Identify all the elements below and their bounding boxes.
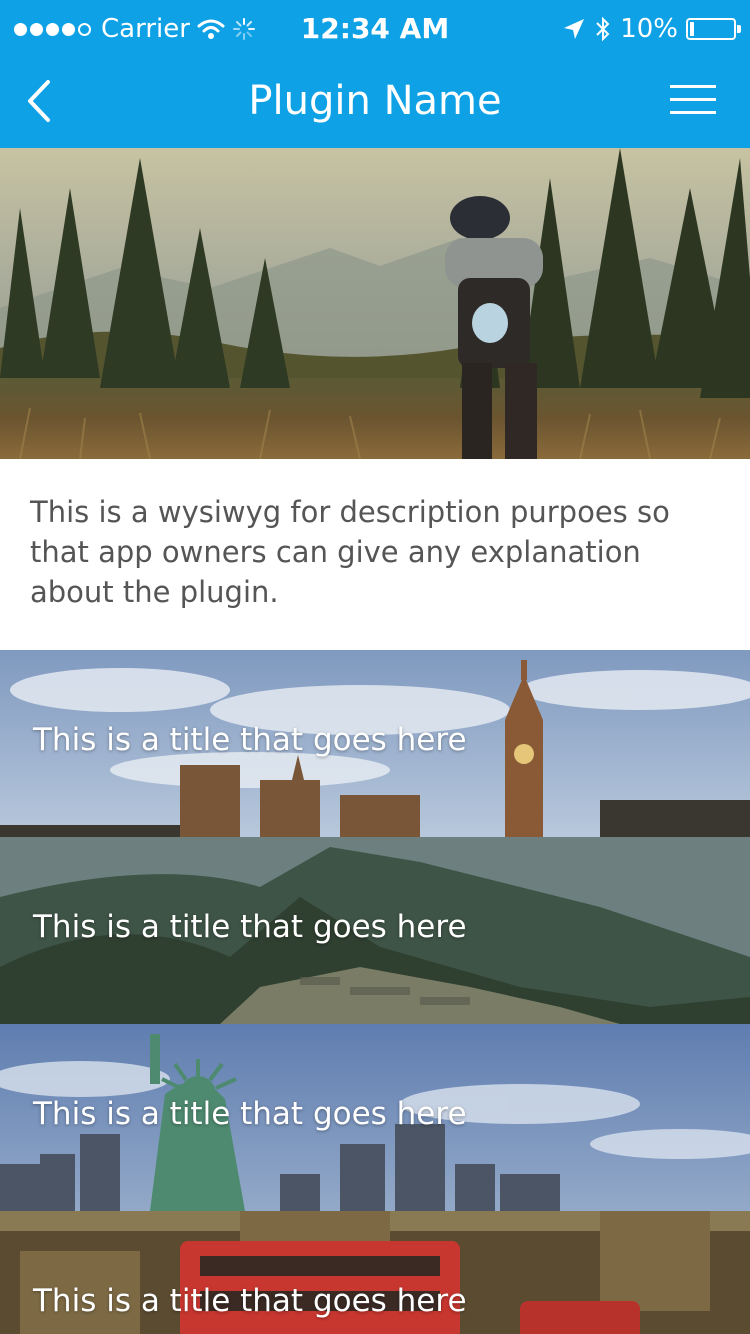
list-item-title: This is a title that goes here xyxy=(33,909,467,945)
chevron-left-icon xyxy=(28,80,50,122)
hero-image xyxy=(0,148,750,459)
battery-percent: 10% xyxy=(620,14,678,44)
app-header: Carrier 12:34 AM 10% Plugin Name xyxy=(0,0,750,148)
list-item[interactable]: This is a title that goes here xyxy=(0,1211,750,1334)
list-item-title: This is a title that goes here xyxy=(33,1283,467,1319)
battery-icon xyxy=(686,18,741,40)
status-right: 10% xyxy=(562,12,741,46)
nav-bar: Plugin Name xyxy=(0,58,750,148)
menu-button[interactable] xyxy=(670,82,716,118)
bluetooth-icon xyxy=(596,16,610,42)
list-item[interactable]: This is a title that goes here xyxy=(0,650,750,837)
plugin-description: This is a wysiwyg for description purpoe… xyxy=(30,495,670,609)
list-item-title: This is a title that goes here xyxy=(33,722,467,758)
status-bar: Carrier 12:34 AM 10% xyxy=(0,0,750,58)
hero-hiker-forest-illustration xyxy=(0,148,750,459)
location-arrow-icon xyxy=(564,19,585,39)
list-item[interactable]: This is a title that goes here xyxy=(0,837,750,1024)
list-item[interactable]: This is a title that goes here xyxy=(0,1024,750,1211)
back-button[interactable] xyxy=(22,78,62,124)
page-title: Plugin Name xyxy=(248,78,502,124)
list-item-title: This is a title that goes here xyxy=(33,1096,467,1132)
